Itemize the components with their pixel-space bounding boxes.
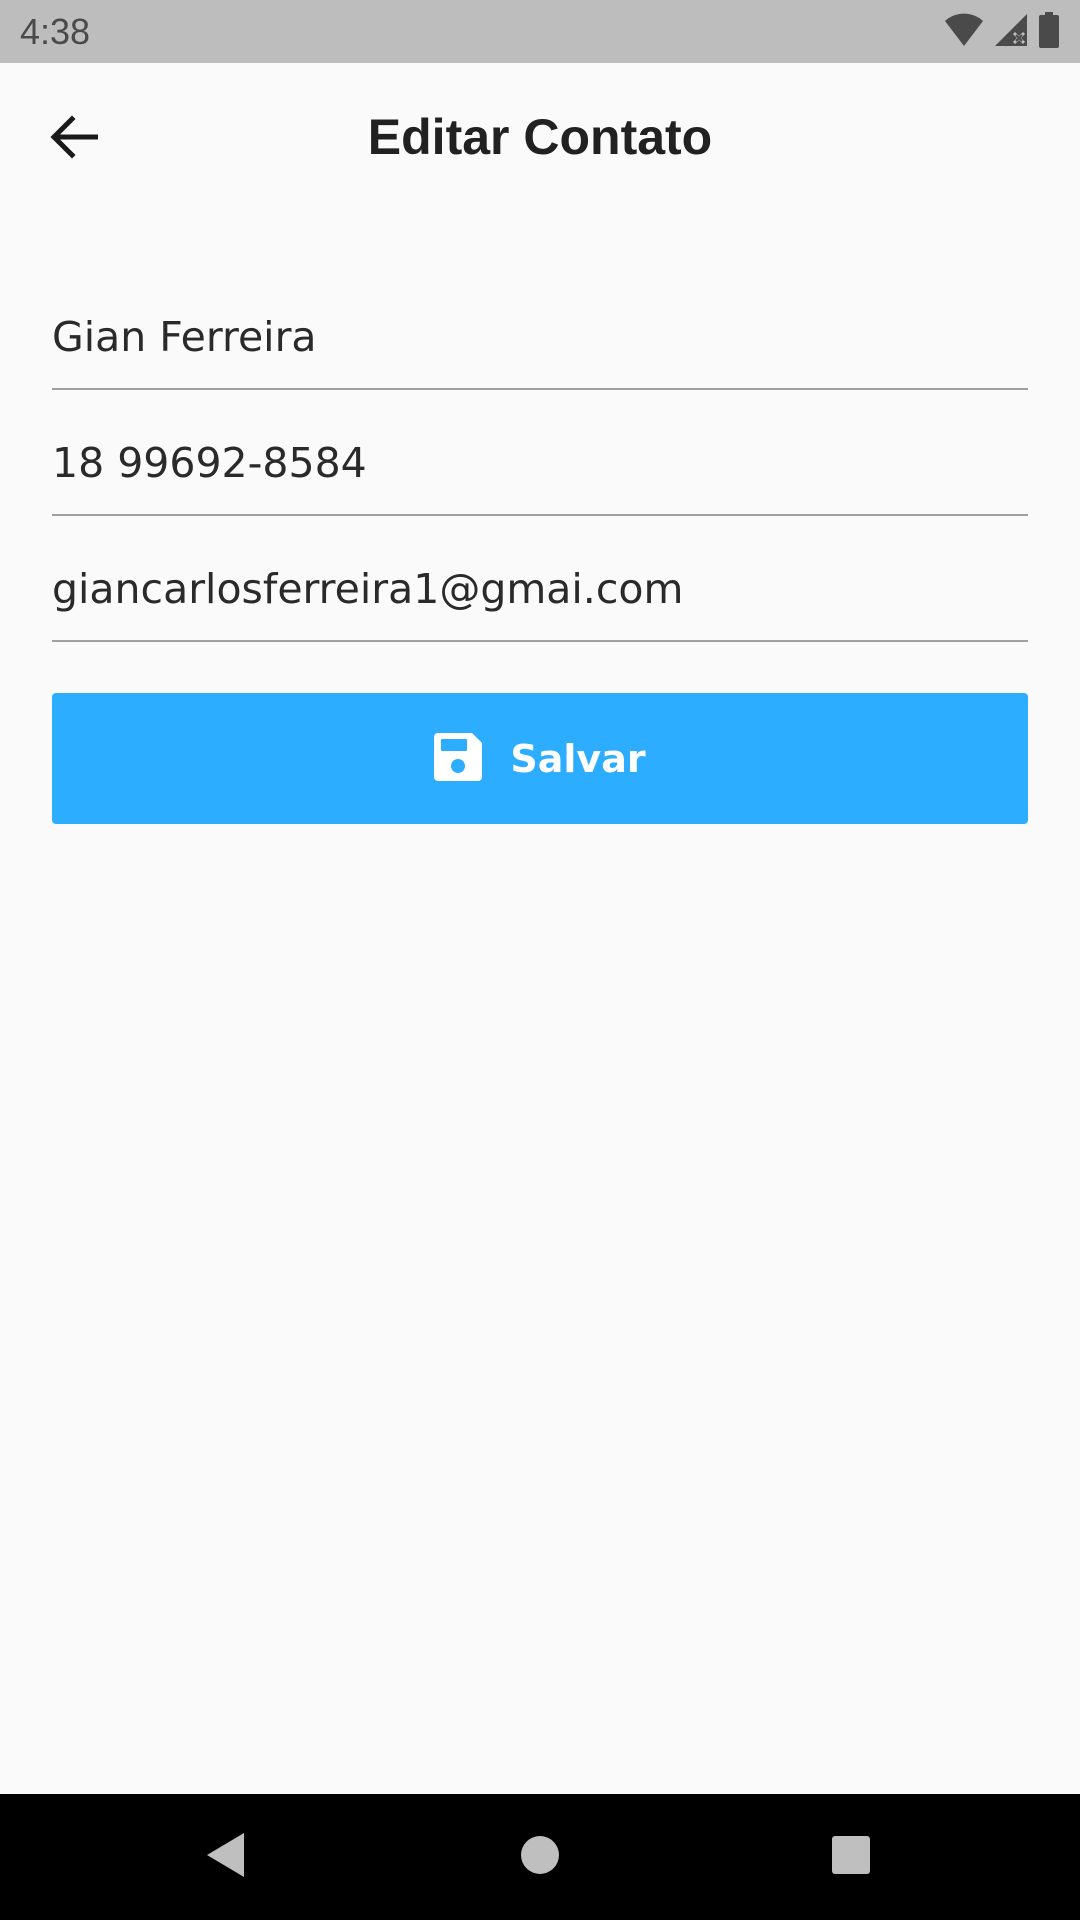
status-time: 4:38 [20,11,91,52]
home-circle-icon [519,1834,561,1880]
phone-field [52,406,1028,516]
nav-bar [0,1794,1080,1920]
cell-signal-icon [994,13,1028,51]
page-title: Editar Contato [367,109,713,165]
status-bar: 4:38 [0,0,1080,63]
floppy-disk-icon [434,732,483,785]
save-button-label: Salvar [510,736,646,781]
app-bar: Editar Contato [0,63,1080,210]
nav-back-button[interactable] [186,1817,266,1897]
recents-square-icon [831,1835,871,1879]
nav-home-button[interactable] [500,1817,580,1897]
name-input[interactable] [52,310,1028,364]
name-field [52,280,1028,390]
email-field [52,532,1028,642]
status-icons [944,12,1060,52]
email-input[interactable] [52,562,1028,616]
save-button[interactable]: Salvar [52,693,1028,824]
phone-input[interactable] [52,436,1028,490]
back-triangle-icon [204,1831,248,1883]
wifi-icon [944,13,984,51]
battery-icon [1038,12,1060,52]
nav-recents-button[interactable] [811,1817,891,1897]
